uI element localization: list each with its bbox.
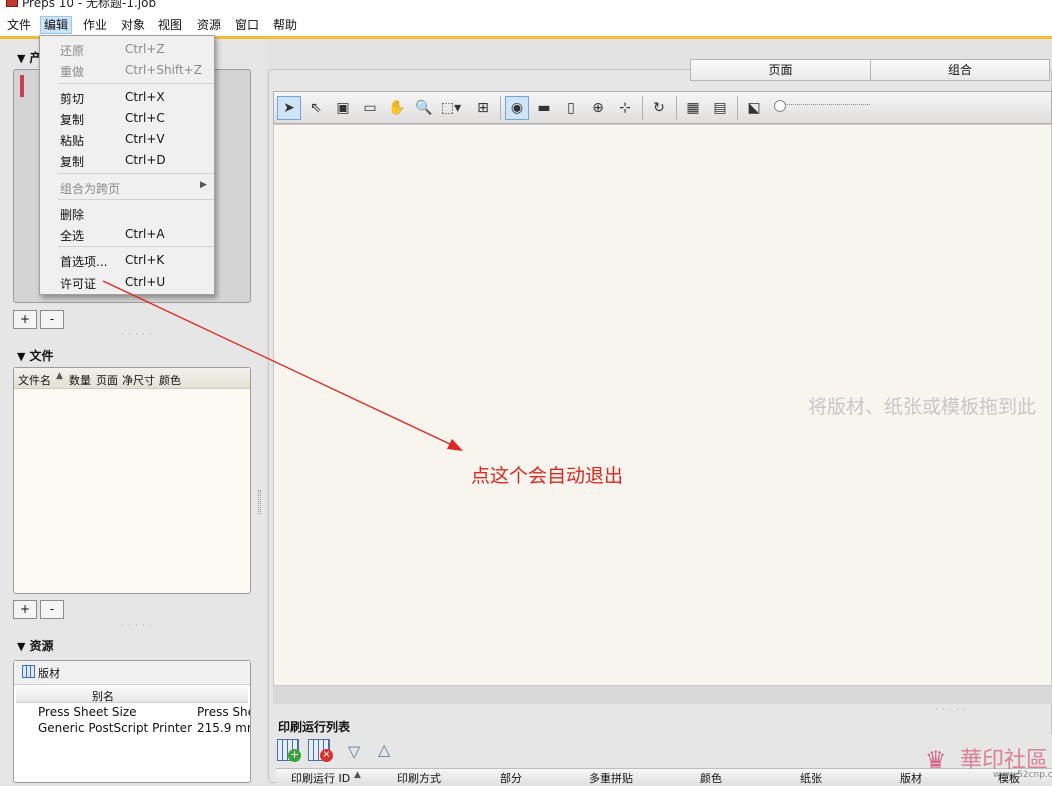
annotation-note: 点这个会自动退出 (471, 465, 624, 487)
watermark-logo-icon: ♛ (925, 746, 947, 774)
watermark-subtext: www.52cnp.com (993, 770, 1052, 780)
annotation-arrow (102, 280, 463, 451)
